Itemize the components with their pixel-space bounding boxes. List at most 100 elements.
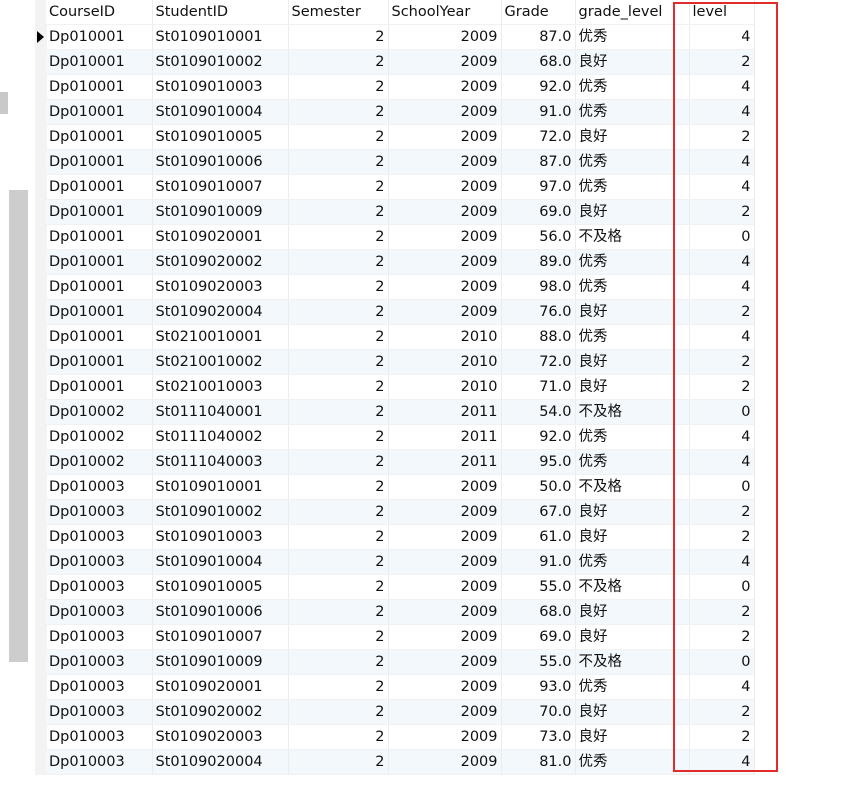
- cell-courseid[interactable]: Dp010003: [46, 749, 153, 775]
- cell-level[interactable]: 2: [689, 624, 755, 650]
- cell-level[interactable]: 4: [689, 549, 755, 575]
- cell-studentid[interactable]: St0109010003: [152, 74, 289, 100]
- cell-semester[interactable]: 2: [288, 274, 389, 300]
- cell-level[interactable]: 0: [689, 224, 755, 250]
- cell-studentid[interactable]: St0109020003: [152, 274, 289, 300]
- cell-grade-level[interactable]: 良好: [575, 699, 690, 725]
- cell-semester[interactable]: 2: [288, 324, 389, 350]
- cell-grade[interactable]: 67.0: [501, 499, 576, 525]
- cell-grade[interactable]: 93.0: [501, 674, 576, 700]
- cell-semester[interactable]: 2: [288, 649, 389, 675]
- cell-studentid[interactable]: St0111040002: [152, 424, 289, 450]
- cell-grade[interactable]: 92.0: [501, 424, 576, 450]
- cell-studentid[interactable]: St0109010001: [152, 24, 289, 50]
- cell-grade[interactable]: 87.0: [501, 24, 576, 50]
- cell-grade[interactable]: 71.0: [501, 374, 576, 400]
- column-header-semester[interactable]: Semester: [288, 0, 389, 25]
- cell-semester[interactable]: 2: [288, 99, 389, 125]
- cell-level[interactable]: 4: [689, 99, 755, 125]
- cell-level[interactable]: 4: [689, 174, 755, 200]
- cell-courseid[interactable]: Dp010003: [46, 499, 153, 525]
- cell-grade-level[interactable]: 优秀: [575, 674, 690, 700]
- cell-grade[interactable]: 61.0: [501, 524, 576, 550]
- cell-grade[interactable]: 73.0: [501, 724, 576, 750]
- cell-grade-level[interactable]: 良好: [575, 724, 690, 750]
- column-header-courseid[interactable]: CourseID: [46, 0, 153, 25]
- cell-level[interactable]: 2: [689, 199, 755, 225]
- cell-grade-level[interactable]: 优秀: [575, 24, 690, 50]
- cell-semester[interactable]: 2: [288, 124, 389, 150]
- cell-grade-level[interactable]: 不及格: [575, 474, 690, 500]
- cell-grade-level[interactable]: 良好: [575, 624, 690, 650]
- cell-schoolyear[interactable]: 2009: [388, 274, 502, 300]
- cell-semester[interactable]: 2: [288, 674, 389, 700]
- cell-courseid[interactable]: Dp010003: [46, 549, 153, 575]
- cell-courseid[interactable]: Dp010001: [46, 149, 153, 175]
- cell-courseid[interactable]: Dp010001: [46, 349, 153, 375]
- cell-level[interactable]: 4: [689, 74, 755, 100]
- table-row[interactable]: Dp010001 St0109020003 2 2009 98.0 优秀 4: [46, 274, 755, 300]
- table-row[interactable]: Dp010002 St0111040003 2 2011 95.0 优秀 4: [46, 449, 755, 475]
- table-row[interactable]: Dp010003 St0109010001 2 2009 50.0 不及格 0: [46, 474, 755, 500]
- cell-semester[interactable]: 2: [288, 49, 389, 75]
- cell-level[interactable]: 4: [689, 249, 755, 275]
- cell-studentid[interactable]: St0109020004: [152, 749, 289, 775]
- cell-semester[interactable]: 2: [288, 299, 389, 325]
- cell-semester[interactable]: 2: [288, 524, 389, 550]
- cell-semester[interactable]: 2: [288, 374, 389, 400]
- cell-grade[interactable]: 81.0: [501, 749, 576, 775]
- cell-courseid[interactable]: Dp010003: [46, 624, 153, 650]
- cell-level[interactable]: 4: [689, 274, 755, 300]
- cell-grade[interactable]: 54.0: [501, 399, 576, 425]
- cell-grade[interactable]: 76.0: [501, 299, 576, 325]
- cell-grade-level[interactable]: 优秀: [575, 74, 690, 100]
- cell-courseid[interactable]: Dp010003: [46, 699, 153, 725]
- cell-semester[interactable]: 2: [288, 399, 389, 425]
- cell-grade-level[interactable]: 不及格: [575, 399, 690, 425]
- cell-grade[interactable]: 68.0: [501, 599, 576, 625]
- cell-grade[interactable]: 56.0: [501, 224, 576, 250]
- cell-schoolyear[interactable]: 2009: [388, 749, 502, 775]
- cell-grade-level[interactable]: 良好: [575, 599, 690, 625]
- cell-schoolyear[interactable]: 2009: [388, 499, 502, 525]
- table-row[interactable]: Dp010001 St0109010007 2 2009 97.0 优秀 4: [46, 174, 755, 200]
- cell-grade-level[interactable]: 良好: [575, 199, 690, 225]
- cell-schoolyear[interactable]: 2011: [388, 424, 502, 450]
- cell-studentid[interactable]: St0109010005: [152, 124, 289, 150]
- table-row[interactable]: Dp010001 St0109020004 2 2009 76.0 良好 2: [46, 299, 755, 325]
- cell-studentid[interactable]: St0111040003: [152, 449, 289, 475]
- cell-grade[interactable]: 95.0: [501, 449, 576, 475]
- column-header-studentid[interactable]: StudentID: [152, 0, 289, 25]
- cell-schoolyear[interactable]: 2009: [388, 49, 502, 75]
- table-row[interactable]: Dp010001 St0109010002 2 2009 68.0 良好 2: [46, 49, 755, 75]
- cell-courseid[interactable]: Dp010003: [46, 724, 153, 750]
- cell-schoolyear[interactable]: 2009: [388, 524, 502, 550]
- column-header-grade-level[interactable]: grade_level: [575, 0, 690, 25]
- cell-level[interactable]: 2: [689, 374, 755, 400]
- cell-level[interactable]: 2: [689, 349, 755, 375]
- table-row[interactable]: Dp010001 St0210010001 2 2010 88.0 优秀 4: [46, 324, 755, 350]
- cell-studentid[interactable]: St0109020004: [152, 299, 289, 325]
- cell-schoolyear[interactable]: 2009: [388, 124, 502, 150]
- cell-grade-level[interactable]: 良好: [575, 299, 690, 325]
- table-row[interactable]: Dp010003 St0109010006 2 2009 68.0 良好 2: [46, 599, 755, 625]
- table-row[interactable]: Dp010003 St0109010004 2 2009 91.0 优秀 4: [46, 549, 755, 575]
- cell-schoolyear[interactable]: 2009: [388, 299, 502, 325]
- table-row[interactable]: Dp010003 St0109010002 2 2009 67.0 良好 2: [46, 499, 755, 525]
- cell-semester[interactable]: 2: [288, 449, 389, 475]
- vertical-scrollbar-thumb[interactable]: [9, 190, 28, 662]
- cell-studentid[interactable]: St0109020003: [152, 724, 289, 750]
- cell-grade-level[interactable]: 良好: [575, 499, 690, 525]
- cell-grade[interactable]: 72.0: [501, 349, 576, 375]
- table-row[interactable]: Dp010003 St0109020001 2 2009 93.0 优秀 4: [46, 674, 755, 700]
- cell-semester[interactable]: 2: [288, 199, 389, 225]
- cell-courseid[interactable]: Dp010003: [46, 524, 153, 550]
- cell-grade[interactable]: 88.0: [501, 324, 576, 350]
- cell-grade-level[interactable]: 优秀: [575, 149, 690, 175]
- cell-level[interactable]: 2: [689, 524, 755, 550]
- column-header-schoolyear[interactable]: SchoolYear: [388, 0, 502, 25]
- table-row[interactable]: Dp010003 St0109010005 2 2009 55.0 不及格 0: [46, 574, 755, 600]
- cell-schoolyear[interactable]: 2009: [388, 699, 502, 725]
- cell-grade[interactable]: 91.0: [501, 99, 576, 125]
- cell-semester[interactable]: 2: [288, 249, 389, 275]
